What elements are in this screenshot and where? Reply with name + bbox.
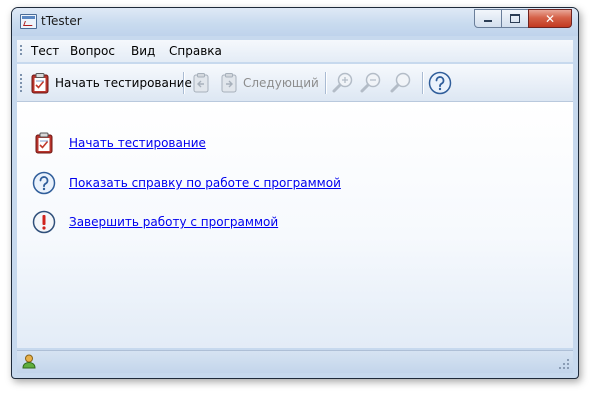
help-icon bbox=[428, 71, 452, 95]
help-button[interactable] bbox=[428, 71, 452, 95]
help-link[interactable]: Показать справку по работе с программой bbox=[69, 176, 341, 190]
app-window: tTester ✕ Тест Вопрос Вид Справка Начать… bbox=[11, 7, 579, 379]
app-icon[interactable] bbox=[20, 14, 37, 29]
zoom-out-icon bbox=[360, 72, 381, 93]
maximize-button[interactable] bbox=[501, 9, 529, 28]
help-icon bbox=[32, 171, 56, 195]
menu-view[interactable]: Вид bbox=[131, 44, 155, 58]
next-label: Следующий bbox=[243, 76, 319, 90]
close-icon: ✕ bbox=[544, 11, 556, 26]
next-button[interactable]: Следующий bbox=[219, 71, 319, 95]
start-test-label: Начать тестирование bbox=[55, 76, 192, 90]
exit-link[interactable]: Завершить работу с программой bbox=[69, 215, 278, 229]
resize-grip-icon[interactable] bbox=[558, 358, 570, 370]
start-test-button[interactable]: Начать тестирование bbox=[29, 71, 192, 95]
zoom-button[interactable] bbox=[389, 71, 413, 95]
toolbar-grip[interactable] bbox=[20, 74, 22, 92]
minimize-button[interactable] bbox=[474, 9, 502, 28]
window-title: tTester bbox=[41, 14, 82, 28]
next-page-icon bbox=[221, 73, 237, 93]
menu-question[interactable]: Вопрос bbox=[70, 44, 115, 58]
clipboard-test-icon bbox=[35, 132, 53, 154]
user-icon bbox=[22, 354, 36, 369]
main-panel: Начать тестирование Показать справку по … bbox=[17, 102, 573, 348]
minimize-icon bbox=[484, 20, 492, 22]
prev-page-icon bbox=[193, 73, 209, 93]
close-button[interactable]: ✕ bbox=[528, 9, 572, 28]
start-test-link[interactable]: Начать тестирование bbox=[69, 136, 206, 150]
start-test-link-row: Начать тестирование bbox=[31, 130, 206, 156]
zoom-in-icon bbox=[332, 72, 353, 93]
window-controls: ✕ bbox=[474, 9, 572, 28]
toolbar-separator bbox=[183, 72, 184, 94]
zoom-icon bbox=[390, 72, 411, 93]
exit-icon bbox=[32, 210, 56, 234]
toolbar: Начать тестирование Следующий bbox=[17, 64, 573, 102]
status-bar bbox=[17, 350, 573, 373]
menu-test[interactable]: Тест bbox=[31, 44, 59, 58]
menu-grip[interactable] bbox=[20, 45, 22, 57]
menu-help[interactable]: Справка bbox=[169, 44, 222, 58]
prev-button[interactable] bbox=[191, 71, 211, 95]
zoom-out-button[interactable] bbox=[359, 71, 383, 95]
toolbar-separator bbox=[325, 72, 326, 94]
clipboard-test-icon bbox=[31, 73, 49, 94]
exit-link-row: Завершить работу с программой bbox=[31, 209, 278, 235]
menu-bar: Тест Вопрос Вид Справка bbox=[17, 40, 573, 62]
maximize-icon bbox=[510, 14, 520, 23]
zoom-in-button[interactable] bbox=[331, 71, 355, 95]
toolbar-separator bbox=[422, 72, 423, 94]
help-link-row: Показать справку по работе с программой bbox=[31, 170, 341, 196]
title-bar[interactable]: tTester ✕ bbox=[12, 8, 578, 36]
